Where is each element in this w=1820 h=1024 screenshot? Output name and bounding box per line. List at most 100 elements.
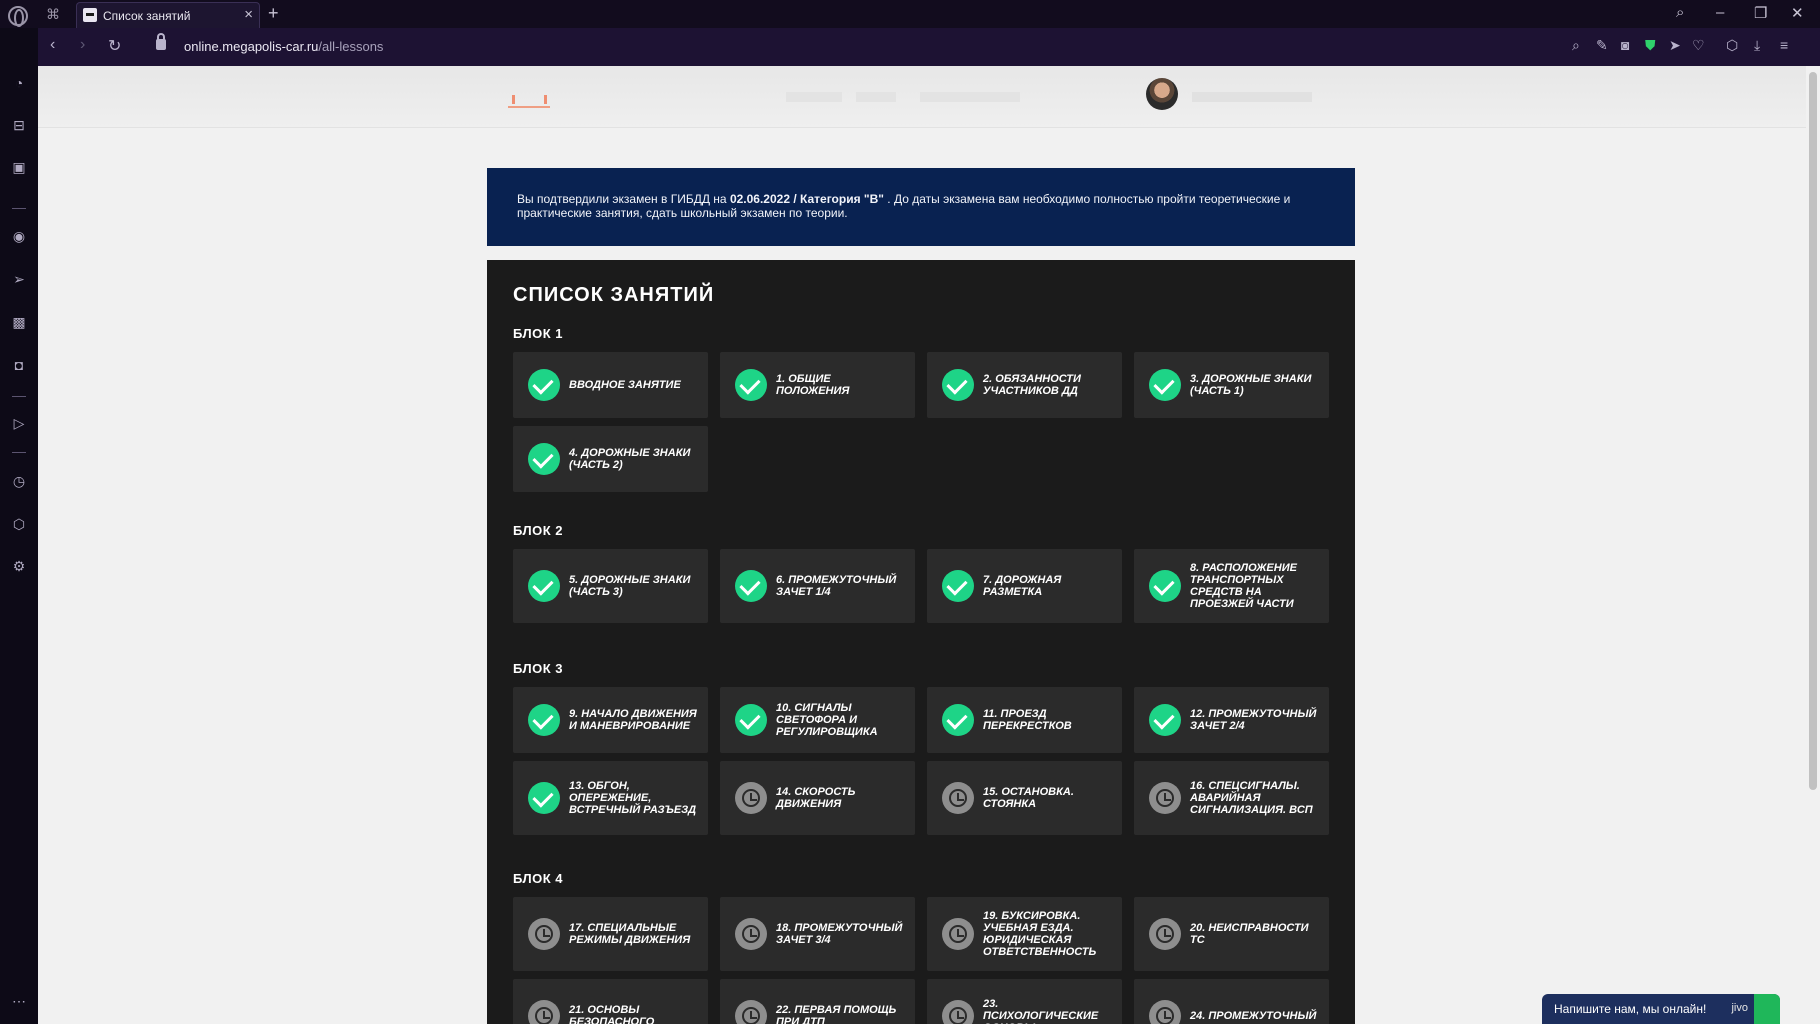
tab-close-icon[interactable]: × bbox=[244, 6, 253, 23]
lesson-card[interactable]: 3. ДОРОЖНЫЕ ЗНАКИ (ЧАСТЬ 1) bbox=[1134, 352, 1329, 418]
scrollbar-thumb[interactable] bbox=[1809, 72, 1817, 790]
clock-icon bbox=[942, 782, 974, 814]
heart-icon[interactable]: ♡ bbox=[1692, 37, 1705, 54]
lesson-card[interactable]: 9. НАЧАЛО ДВИЖЕНИЯ И МАНЕВРИРОВАНИЕ bbox=[513, 687, 708, 753]
shield-icon[interactable]: ⛊ bbox=[1645, 37, 1656, 54]
edit-icon[interactable]: ✎ bbox=[1596, 37, 1608, 54]
nav-link[interactable] bbox=[920, 92, 1020, 102]
telegram-icon[interactable]: ➢ bbox=[8, 268, 30, 290]
site-logo[interactable] bbox=[498, 86, 558, 108]
extensions-icon[interactable]: ⬡ bbox=[8, 513, 30, 535]
lesson-label: 6. ПРОМЕЖУТОЧНЫЙ ЗАЧЕТ 1/4 bbox=[776, 574, 897, 598]
lesson-card[interactable]: 24. ПРОМЕЖУТОЧНЫЙ bbox=[1134, 979, 1329, 1024]
vk-icon[interactable]: ▩ bbox=[8, 311, 30, 333]
block-title: БЛОК 2 bbox=[513, 523, 564, 538]
lesson-card[interactable]: 10. СИГНАЛЫ СВЕТОФОРА И РЕГУЛИРОВЩИКА bbox=[720, 687, 915, 753]
lesson-label: 18. ПРОМЕЖУТОЧНЫЙ ЗАЧЕТ 3/4 bbox=[776, 922, 903, 946]
player-icon[interactable]: ▷ bbox=[8, 412, 30, 434]
lock-icon[interactable] bbox=[156, 33, 166, 50]
lesson-label: 14. СКОРОСТЬ ДВИЖЕНИЯ bbox=[776, 786, 856, 810]
gamepad-icon[interactable]: ⌘ bbox=[46, 6, 60, 23]
nav-link[interactable] bbox=[856, 92, 896, 102]
lesson-label: 15. ОСТАНОВКА. СТОЯНКА bbox=[983, 786, 1074, 810]
check-circle-icon bbox=[735, 704, 767, 736]
lesson-card[interactable]: 13. ОБГОН, ОПЕРЕЖЕНИЕ, ВСТРЕЧНЫЙ РАЗЪЕЗД bbox=[513, 761, 708, 835]
lesson-card[interactable]: 17. СПЕЦИАЛЬНЫЕ РЕЖИМЫ ДВИЖЕНИЯ bbox=[513, 897, 708, 971]
lesson-card[interactable]: 1. ОБЩИЕ ПОЛОЖЕНИЯ bbox=[720, 352, 915, 418]
lesson-card[interactable]: 12. ПРОМЕЖУТОЧНЫЙ ЗАЧЕТ 2/4 bbox=[1134, 687, 1329, 753]
lesson-card[interactable]: 16. СПЕЦСИГНАЛЫ. АВАРИЙНАЯ СИГНАЛИЗАЦИЯ.… bbox=[1134, 761, 1329, 835]
clock-icon bbox=[735, 782, 767, 814]
lesson-card[interactable]: 14. СКОРОСТЬ ДВИЖЕНИЯ bbox=[720, 761, 915, 835]
check-circle-icon bbox=[735, 369, 767, 401]
sidebar-divider bbox=[12, 208, 26, 209]
chat-widget[interactable]: Напишите нам, мы онлайн! jivo bbox=[1542, 994, 1780, 1024]
camera-icon[interactable]: ◙ bbox=[1621, 37, 1629, 53]
tab-title: Список занятий bbox=[103, 9, 191, 23]
speed-dial-icon[interactable]: ◔ bbox=[8, 72, 30, 94]
lesson-label: 22. ПЕРВАЯ ПОМОЩЬ ПРИ ДТП bbox=[776, 1004, 897, 1024]
lesson-card[interactable]: 21. ОСНОВЫ БЕЗОПАСНОГО bbox=[513, 979, 708, 1024]
nav-link[interactable] bbox=[786, 92, 842, 102]
exam-notice: Вы подтвердили экзамен в ГИБДД на 02.06.… bbox=[487, 168, 1355, 246]
clock-icon bbox=[528, 1000, 560, 1024]
page-search-icon[interactable]: ⌕ bbox=[1572, 37, 1580, 54]
address-bar: ‹ › ↻ online.megapolis-car.ru/all-lesson… bbox=[38, 28, 1820, 66]
logo-mark bbox=[512, 95, 515, 104]
lesson-card[interactable]: 4. ДОРОЖНЫЕ ЗНАКИ (ЧАСТЬ 2) bbox=[513, 426, 708, 492]
lesson-card[interactable]: 2. ОБЯЗАННОСТИ УЧАСТНИКОВ ДД bbox=[927, 352, 1122, 418]
cube-icon[interactable]: ⬡ bbox=[1726, 37, 1738, 54]
notice-prefix: Вы подтвердили экзамен в ГИБДД на bbox=[517, 192, 730, 206]
lesson-card[interactable]: 6. ПРОМЕЖУТОЧНЫЙ ЗАЧЕТ 1/4 bbox=[720, 549, 915, 623]
search-tabs-icon[interactable]: ⌕ bbox=[1676, 4, 1684, 21]
twitch-icon[interactable]: ▣ bbox=[8, 156, 30, 178]
more-icon[interactable]: ⋯ bbox=[8, 990, 30, 1012]
lesson-card[interactable]: 19. БУКСИРОВКА. УЧЕБНАЯ ЕЗДА. ЮРИДИЧЕСКА… bbox=[927, 897, 1122, 971]
new-tab-icon[interactable]: + bbox=[268, 3, 279, 24]
lesson-card[interactable]: 5. ДОРОЖНЫЕ ЗНАКИ (ЧАСТЬ 3) bbox=[513, 549, 708, 623]
minimize-icon[interactable]: – bbox=[1716, 4, 1724, 21]
lesson-card[interactable]: 22. ПЕРВАЯ ПОМОЩЬ ПРИ ДТП bbox=[720, 979, 915, 1024]
lesson-card[interactable]: 11. ПРОЕЗД ПЕРЕКРЕСТКОВ bbox=[927, 687, 1122, 753]
lesson-card[interactable]: 7. ДОРОЖНАЯ РАЗМЕТКА bbox=[927, 549, 1122, 623]
lesson-card[interactable]: ВВОДНОЕ ЗАНЯТИЕ bbox=[513, 352, 708, 418]
lesson-card[interactable]: 20. НЕИСПРАВНОСТИ ТС bbox=[1134, 897, 1329, 971]
clock-icon bbox=[735, 918, 767, 950]
lesson-card[interactable]: 23. ПСИХОЛОГИЧЕСКИЕ ОСНОВЫ bbox=[927, 979, 1122, 1024]
chat-open-icon[interactable] bbox=[1754, 994, 1780, 1024]
check-circle-icon bbox=[528, 369, 560, 401]
reload-icon[interactable]: ↻ bbox=[108, 36, 121, 56]
user-avatar[interactable] bbox=[1146, 78, 1178, 110]
lesson-card[interactable]: 15. ОСТАНОВКА. СТОЯНКА bbox=[927, 761, 1122, 835]
settings-gear-icon[interactable]: ⚙ bbox=[8, 555, 30, 577]
page-viewport: Вы подтвердили экзамен в ГИБДД на 02.06.… bbox=[38, 66, 1806, 1024]
shopping-bag-icon[interactable]: ⊟ bbox=[8, 114, 30, 136]
page-scrollbar[interactable] bbox=[1806, 66, 1820, 1024]
menu-icon[interactable]: ≡ bbox=[1780, 37, 1788, 53]
forward-icon[interactable]: › bbox=[80, 36, 85, 54]
user-name[interactable] bbox=[1192, 92, 1312, 102]
restore-icon[interactable]: ❐ bbox=[1754, 4, 1767, 22]
discord-icon[interactable]: ◘ bbox=[8, 354, 30, 376]
lesson-label: 19. БУКСИРОВКА. УЧЕБНАЯ ЕЗДА. ЮРИДИЧЕСКА… bbox=[983, 910, 1097, 958]
url-field[interactable]: online.megapolis-car.ru/all-lessons bbox=[184, 39, 383, 54]
send-icon[interactable]: ➤ bbox=[1669, 37, 1681, 54]
close-window-icon[interactable]: ✕ bbox=[1791, 4, 1804, 22]
opera-logo-icon[interactable] bbox=[8, 6, 28, 27]
lesson-label: 13. ОБГОН, ОПЕРЕЖЕНИЕ, ВСТРЕЧНЫЙ РАЗЪЕЗД bbox=[569, 780, 697, 816]
site-header bbox=[38, 66, 1806, 128]
history-icon[interactable]: ◷ bbox=[8, 470, 30, 492]
block-title: БЛОК 4 bbox=[513, 871, 564, 886]
whatsapp-icon[interactable]: ◉ bbox=[8, 225, 30, 247]
back-icon[interactable]: ‹ bbox=[50, 36, 55, 54]
browser-tab[interactable]: Список занятий × bbox=[76, 2, 260, 28]
check-circle-icon bbox=[528, 443, 560, 475]
download-icon[interactable]: ⤓ bbox=[1754, 37, 1760, 54]
url-host: online.megapolis-car.ru bbox=[184, 39, 319, 54]
check-circle-icon bbox=[942, 369, 974, 401]
lesson-card[interactable]: 18. ПРОМЕЖУТОЧНЫЙ ЗАЧЕТ 3/4 bbox=[720, 897, 915, 971]
logo-mark bbox=[544, 95, 547, 104]
block-title: БЛОК 1 bbox=[513, 326, 564, 341]
lesson-label: 16. СПЕЦСИГНАЛЫ. АВАРИЙНАЯ СИГНАЛИЗАЦИЯ.… bbox=[1190, 780, 1313, 816]
lesson-card[interactable]: 8. РАСПОЛОЖЕНИЕ ТРАНСПОРТНЫХ СРЕДСТВ НА … bbox=[1134, 549, 1329, 623]
